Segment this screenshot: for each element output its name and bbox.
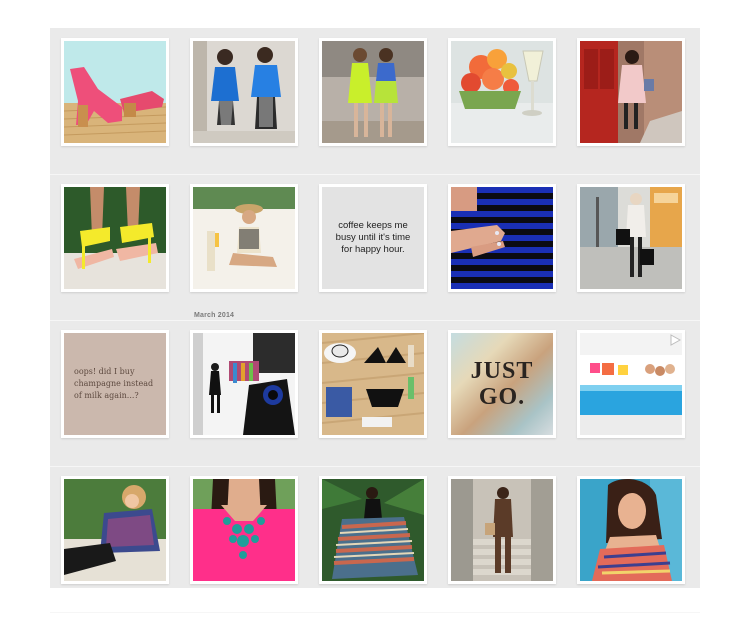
photo-stairs-jumpsuit (451, 479, 553, 581)
photo-tile-flowers-champagne[interactable] (448, 38, 556, 146)
photo-pink-wedge-sandals (64, 41, 166, 143)
photo-palm-maxi-skirt (322, 479, 424, 581)
quote-tile-just-go[interactable]: JUST GO. (448, 330, 556, 438)
photo-yellow-heels (64, 187, 166, 289)
grid-row-2: coffee keeps me busy until it's time for… (50, 174, 700, 321)
coffee-quote-text: coffee keeps me busy until it's time for… (322, 187, 424, 289)
oops-quote-text: oops! did I buy champagne instead of mil… (64, 333, 166, 435)
just-go-line-1: JUST (470, 358, 534, 384)
photo-flowers-champagne (451, 41, 553, 143)
video-pool-party (580, 333, 682, 435)
photo-street-shopping (580, 187, 682, 289)
photo-tile-beach-cardigan[interactable] (61, 476, 169, 584)
photo-two-women-outfits (193, 41, 295, 143)
photo-striped-manicure (451, 187, 553, 289)
photo-tile-pink-wedge-sandals[interactable] (61, 38, 169, 146)
video-tile-pool-party[interactable] (577, 330, 685, 438)
photo-portrait-print (580, 479, 682, 581)
photo-tile-two-women-outfits[interactable] (190, 38, 298, 146)
photo-red-door-coat (580, 41, 682, 143)
photo-tile-yellow-heels[interactable] (61, 184, 169, 292)
photo-beach-flatlay (322, 333, 424, 435)
photo-grid: coffee keeps me busy until it's time for… (50, 28, 700, 613)
photo-tile-palm-maxi-skirt[interactable] (319, 476, 427, 584)
photo-tile-red-door-coat[interactable] (577, 38, 685, 146)
photo-tile-stairs-jumpsuit[interactable] (448, 476, 556, 584)
photo-tile-pink-necklace[interactable] (190, 476, 298, 584)
photo-studio-shoot (193, 333, 295, 435)
photo-tile-portrait-print[interactable] (577, 476, 685, 584)
photo-tile-lime-dresses[interactable] (319, 38, 427, 146)
just-go-line-2: GO. (478, 384, 526, 410)
play-triangle-icon (669, 334, 681, 346)
grid-row-3: March 2014 oops! did I buy champagne ins… (50, 312, 700, 467)
quote-tile-coffee[interactable]: coffee keeps me busy until it's time for… (319, 184, 427, 292)
just-go-quote: JUST GO. (451, 333, 553, 435)
photo-tile-beach-flatlay[interactable] (319, 330, 427, 438)
photo-beach-cardigan (64, 479, 166, 581)
grid-row-4 (50, 466, 700, 613)
section-date-label: March 2014 (194, 312, 235, 319)
photo-tile-striped-manicure[interactable] (448, 184, 556, 292)
quote-tile-oops-champagne[interactable]: oops! did I buy champagne instead of mil… (61, 330, 169, 438)
photo-pink-necklace (193, 479, 295, 581)
photo-pool-swimsuit (193, 187, 295, 289)
photo-tile-pool-swimsuit[interactable] (190, 184, 298, 292)
photo-tile-street-shopping[interactable] (577, 184, 685, 292)
photo-lime-dresses (322, 41, 424, 143)
photo-tile-studio-shoot[interactable] (190, 330, 298, 438)
grid-row-1 (50, 28, 700, 175)
